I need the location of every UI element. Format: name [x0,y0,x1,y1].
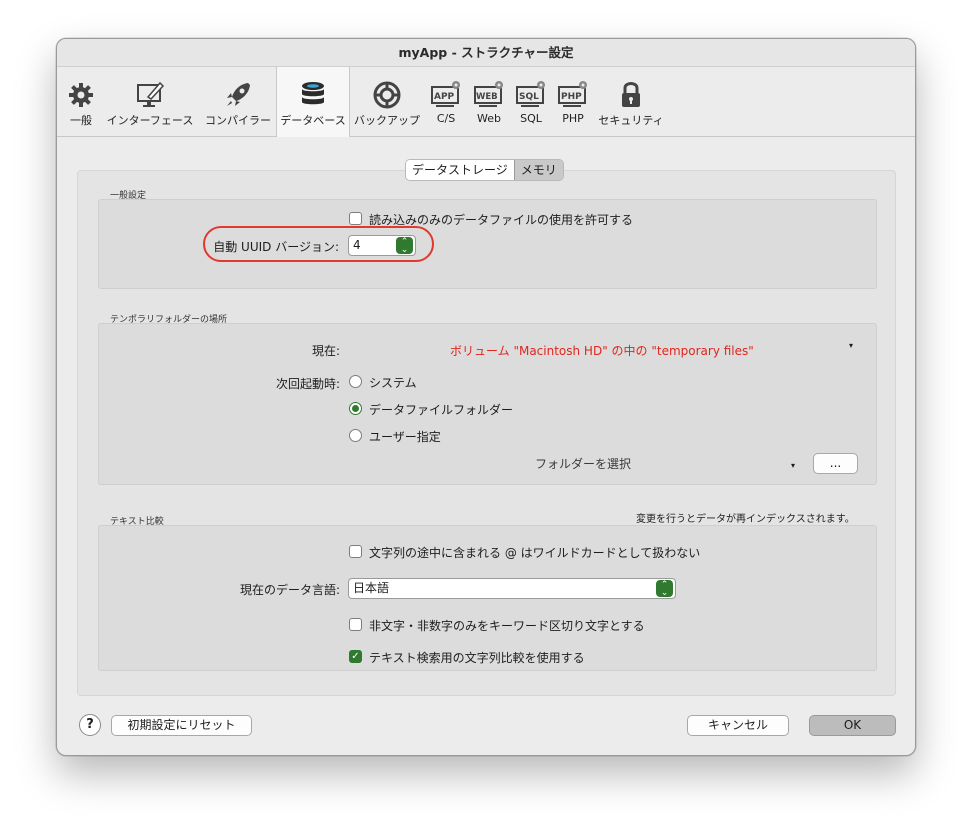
tab-data-storage[interactable]: データストレージ [406,160,515,180]
toolbar-label: セキュリティ [598,114,664,127]
radio-user-defined[interactable] [349,429,362,442]
radio-system[interactable] [349,375,362,388]
database-settings-pane: 一般設定 読み込みのみのデータファイルの使用を許可する 自動 UUID バージョ… [77,170,896,696]
toolbar-label: 一般 [70,114,92,127]
preferences-window: myApp - ストラクチャー設定 一般 インターフェース コンパイラー データ… [56,38,916,756]
wildcard-checkbox[interactable] [349,545,362,558]
startup-label: 次回起動時: [275,377,340,391]
gear-icon [69,83,93,107]
tab-memory[interactable]: メモリ [514,160,563,180]
database-icon [302,82,324,105]
current-folder-dropdown-icon[interactable]: ▾ [849,341,853,350]
toolbar-label: SQL [520,112,542,125]
nonalnum-delimiter-checkbox[interactable] [349,618,362,631]
choose-folder-label[interactable]: フォルダーを選択 [535,455,631,472]
toolbar-label: コンパイラー [205,114,271,127]
rocket-icon [227,83,250,106]
server-badge-text: PHP [561,92,582,102]
storage-memory-tabs: データストレージ メモリ [405,159,564,181]
text-compare-box: 文字列の途中に含まれる @ はワイルドカードとして扱わない 現在のデータ言語: … [98,525,877,671]
toolbar-label: PHP [562,112,584,125]
toolbar-label: データベース [280,114,346,127]
choose-folder-dropdown-icon[interactable]: ▾ [791,461,795,470]
reset-defaults-button[interactable]: 初期設定にリセット [111,715,252,736]
current-label: 現在: [311,344,340,358]
ok-button[interactable]: OK [809,715,896,736]
nonalnum-delimiter-checkbox-label: 非文字・非数字のみをキーワード区切り文字とする [369,619,645,633]
toolbar-item-sql[interactable]: SQL SQL [512,67,550,137]
server-badge-text: WEB [476,92,498,102]
browse-folder-button[interactable]: ... [813,453,858,474]
monitor-pen-icon [137,81,165,107]
toolbar-label: Web [477,112,501,125]
toolbar-label: インターフェース [106,114,194,127]
readonly-checkbox[interactable] [349,212,362,225]
language-select[interactable]: 日本語 [348,578,676,599]
current-folder-value: ボリューム "Macintosh HD" の中の "temporary file… [450,344,754,358]
php-server-icon: PHP [558,81,587,107]
sql-server-icon: SQL [516,81,545,107]
temp-folder-box: 現在: ボリューム "Macintosh HD" の中の "temporary … [98,323,877,485]
server-badge-text: APP [434,92,455,102]
toolbar-item-compiler[interactable]: コンパイラー [200,67,276,137]
reindex-note: 変更を行うとデータが再インデックスされます。 [636,514,855,525]
toolbar-item-php[interactable]: PHP PHP [554,67,592,137]
cancel-button[interactable]: キャンセル [687,715,789,736]
wildcard-checkbox-label: 文字列の途中に含まれる @ はワイルドカードとして扱わない [369,546,701,560]
uuid-highlight-annotation [203,226,434,262]
toolbar-item-backup[interactable]: バックアップ [352,67,422,137]
toolbar-item-interface[interactable]: インターフェース [103,67,197,137]
language-label: 現在のデータ言語: [239,583,340,597]
toolbar-label: バックアップ [354,114,420,127]
toolbar-item-web[interactable]: WEB Web [470,67,508,137]
radio-datafile-folder-label: データファイルフォルダー [369,403,514,417]
language-stepper-icon[interactable]: ⌃ ⌄ [656,580,673,598]
toolbar-item-security[interactable]: セキュリティ [597,67,665,137]
web-server-icon: WEB [474,81,503,107]
language-value: 日本語 [353,581,390,595]
radio-user-defined-label: ユーザー指定 [369,430,441,444]
server-badge-text: SQL [519,92,539,102]
toolbar-item-general[interactable]: 一般 [63,67,99,137]
lock-icon [622,82,640,107]
toolbar-label: C/S [436,112,456,125]
text-search-checkbox[interactable]: ✓ [349,650,362,663]
help-button[interactable]: ? [79,714,101,736]
app-server-icon: APP [431,81,460,107]
toolbar: 一般 インターフェース コンパイラー データベース バックアップ APP C/S… [57,67,915,137]
radio-system-label: システム [369,376,417,390]
lifebuoy-icon [373,81,401,109]
window-title: myApp - ストラクチャー設定 [57,39,915,67]
toolbar-item-cs[interactable]: APP C/S [427,67,465,137]
toolbar-item-database[interactable]: データベース [276,67,350,137]
text-search-checkbox-label: テキスト検索用の文字列比較を使用する [369,651,585,665]
radio-datafile-folder[interactable] [349,402,362,415]
